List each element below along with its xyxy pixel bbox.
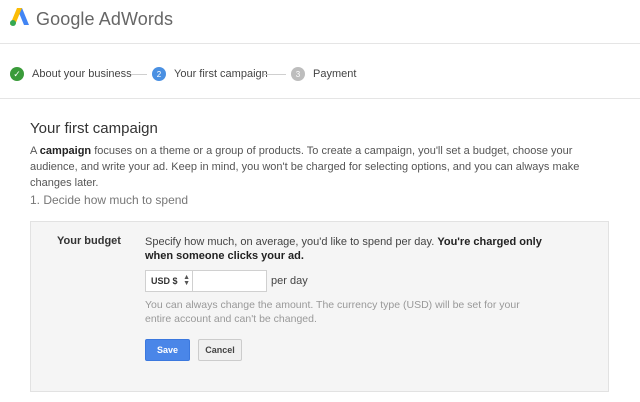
- cancel-button[interactable]: Cancel: [198, 339, 242, 361]
- page-title: Your first campaign: [30, 120, 158, 137]
- select-arrows-icon: ▲ ▼: [183, 274, 190, 287]
- step-label: Payment: [313, 68, 357, 80]
- section-title: 1. Decide how much to spend: [30, 193, 189, 207]
- save-button[interactable]: Save: [145, 339, 190, 361]
- step-connector: [131, 74, 147, 75]
- check-icon: ✓: [10, 67, 24, 81]
- brand-name[interactable]: Google AdWords: [36, 9, 173, 30]
- currency-select[interactable]: USD $ ▲ ▼: [145, 270, 195, 292]
- step-number-badge: 2: [152, 67, 166, 81]
- intro-bold-term: campaign: [39, 145, 92, 157]
- step-first-campaign[interactable]: 2 Your first campaign: [152, 66, 268, 82]
- budget-panel: Your budget Specify how much, on average…: [30, 221, 609, 392]
- step-label: Your first campaign: [174, 68, 268, 80]
- budget-hint: You can always change the amount. The cu…: [145, 299, 520, 325]
- adwords-logo-icon[interactable]: [10, 7, 30, 27]
- step-about-business[interactable]: ✓ About your business: [10, 66, 132, 82]
- step-payment[interactable]: 3 Payment: [291, 66, 356, 82]
- budget-description: Specify how much, on average, you'd like…: [145, 236, 542, 262]
- currency-value: USD $: [151, 276, 178, 286]
- budget-amount-input[interactable]: [192, 270, 267, 292]
- progress-steps: ✓ About your business 2 Your first campa…: [0, 44, 640, 99]
- intro-text: A campaign focuses on a theme or a group…: [30, 145, 580, 189]
- step-number-badge: 3: [291, 67, 305, 81]
- step-connector: [264, 74, 286, 75]
- per-day-label: per day: [271, 275, 308, 287]
- budget-label: Your budget: [57, 235, 121, 247]
- step-label: About your business: [32, 68, 132, 80]
- app-header: Google AdWords: [0, 0, 640, 44]
